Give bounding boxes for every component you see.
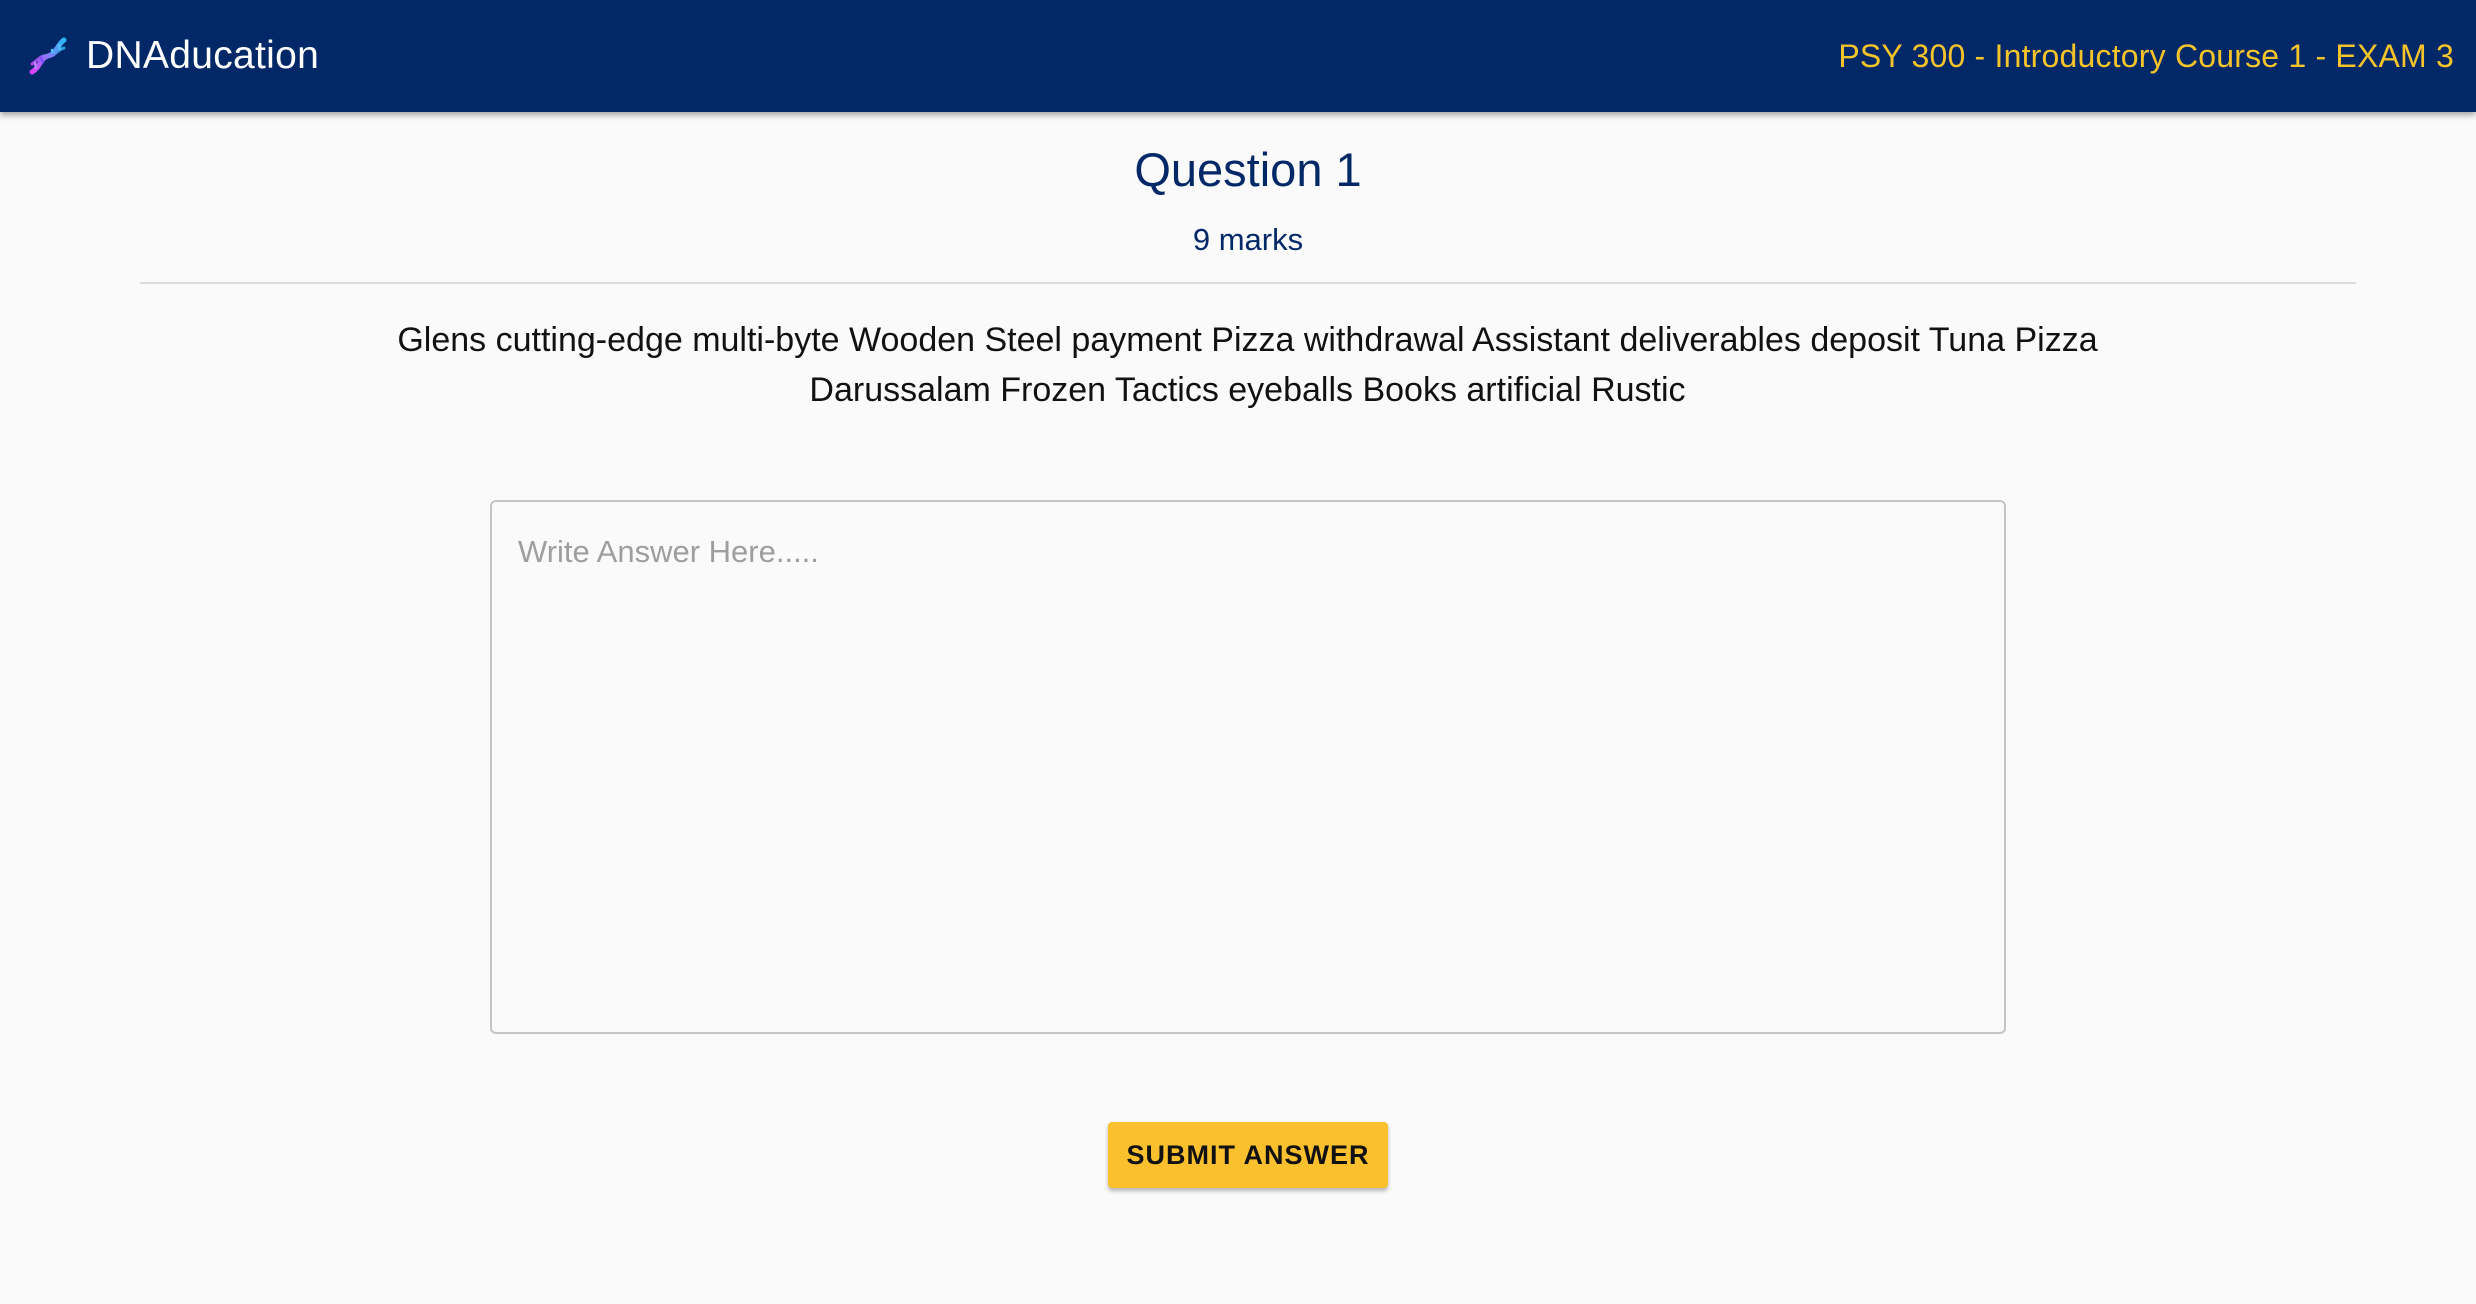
answer-textarea[interactable] bbox=[490, 500, 2006, 1034]
question-text: Glens cutting-edge multi-byte Wooden Ste… bbox=[397, 321, 2098, 409]
submit-answer-button[interactable]: SUBMIT ANSWER bbox=[1108, 1122, 1388, 1188]
question-header: Question 1 9 marks bbox=[140, 112, 2356, 284]
brand[interactable]: DNAducation bbox=[26, 34, 319, 78]
app-bar: DNAducation PSY 300 - Introductory Cours… bbox=[0, 0, 2476, 112]
dna-icon bbox=[26, 34, 70, 78]
question-title: Question 1 bbox=[1134, 143, 1362, 196]
brand-name: DNAducation bbox=[86, 34, 320, 77]
course-title: PSY 300 - Introductory Course 1 - EXAM 3 bbox=[1838, 37, 2454, 74]
question-marks: 9 marks bbox=[1192, 222, 1304, 257]
